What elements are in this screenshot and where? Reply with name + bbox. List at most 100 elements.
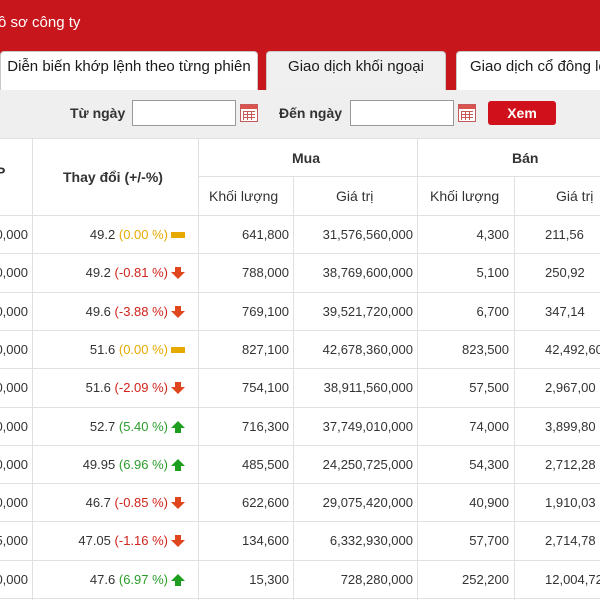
change-percent: (-3.88 %): [114, 304, 168, 319]
arrow-down-icon: [170, 496, 186, 515]
change-percent: (-0.85 %): [114, 495, 168, 510]
change-price: 49.6: [85, 304, 111, 319]
sell-volume-cell: 4,300: [476, 227, 509, 242]
price-cell: 0,000: [0, 265, 28, 280]
header-bar: ồ sơ công ty: [0, 0, 600, 48]
sell-volume-cell: 252,200: [462, 572, 509, 587]
sell-value-cell: 3,899,80: [545, 419, 596, 434]
arrow-down-icon: [170, 381, 186, 400]
change-cell: 47.6 (6.97 %): [90, 572, 168, 587]
change-price: 46.7: [85, 495, 111, 510]
tab-major-shareholders[interactable]: Giao dịch cổ đông lớ: [456, 51, 600, 90]
buy-value-cell: 6,332,930,000: [329, 533, 413, 548]
to-date-input[interactable]: [350, 100, 454, 126]
change-percent: (0.00 %): [118, 227, 168, 242]
buy-value-cell: 29,075,420,000: [322, 495, 413, 510]
buy-volume-cell: 15,300: [249, 572, 289, 587]
change-cell: 52.7 (5.40 %): [90, 419, 168, 434]
buy-volume-cell: 716,300: [242, 419, 289, 434]
sell-value-cell: 2,712,28: [545, 457, 596, 472]
buy-value-cell: 24,250,725,000: [322, 457, 413, 472]
change-cell: 49.95 (6.96 %): [83, 457, 168, 472]
change-price: 51.6: [85, 380, 111, 395]
change-cell: 51.6 (0.00 %): [90, 342, 168, 357]
no-change-icon: [170, 343, 186, 362]
sell-value-cell: 42,492,60: [545, 342, 600, 357]
buy-value-cell: 728,280,000: [340, 572, 413, 587]
change-percent: (-2.09 %): [114, 380, 168, 395]
sell-volume-header: Khối lượng: [430, 188, 500, 204]
arrow-up-icon: [170, 420, 186, 439]
buy-volume-cell: 769,100: [242, 304, 289, 319]
buy-volume-cell: 827,100: [242, 342, 289, 357]
tab-matching-by-session[interactable]: Diễn biến khớp lệnh theo từng phiên: [0, 51, 258, 90]
sell-value-cell: 2,714,78: [545, 533, 596, 548]
tab-foreign-trading[interactable]: Giao dịch khối ngoại: [266, 51, 446, 90]
change-price: 49.2: [89, 227, 116, 242]
price-cell: 0,000: [0, 419, 28, 434]
sell-value-cell: 250,92: [545, 265, 585, 280]
sell-volume-cell: 6,700: [476, 304, 509, 319]
sell-value-cell: 1,910,03: [545, 495, 596, 510]
change-price: 52.7: [89, 419, 116, 434]
price-cell: 0,000: [0, 304, 28, 319]
sell-volume-cell: 74,000: [469, 419, 509, 434]
view-button[interactable]: Xem: [488, 101, 556, 125]
price-cell: 0,000: [0, 572, 28, 587]
buy-value-header: Giá trị: [336, 188, 374, 204]
change-price: 47.6: [89, 572, 116, 587]
change-cell: 49.2 (0.00 %): [90, 227, 168, 242]
change-header: Thay đổi (+/-%): [63, 169, 163, 185]
sell-value-cell: 347,14: [545, 304, 585, 319]
sell-value-cell: 2,967,00: [545, 380, 596, 395]
page-title: ồ sơ công ty: [0, 14, 81, 31]
sell-volume-cell: 823,500: [462, 342, 509, 357]
change-cell: 51.6 (-2.09 %): [86, 380, 168, 395]
from-date-label: Từ ngày: [70, 105, 126, 121]
sell-header: Bán: [512, 150, 539, 166]
sell-value-cell: 211,56: [545, 227, 584, 242]
arrow-up-icon: [170, 573, 186, 592]
buy-value-cell: 42,678,360,000: [322, 342, 413, 357]
buy-value-cell: 31,576,560,000: [322, 227, 413, 242]
price-cell: 5,000: [0, 533, 28, 548]
change-percent: (6.97 %): [118, 572, 168, 587]
arrow-down-icon: [170, 534, 186, 553]
tab-bar: Diễn biến khớp lệnh theo từng phiên Giao…: [0, 48, 600, 90]
buy-volume-cell: 754,100: [242, 380, 289, 395]
calendar-icon[interactable]: [240, 104, 258, 122]
sell-volume-cell: 40,900: [469, 495, 509, 510]
change-cell: 46.7 (-0.85 %): [86, 495, 168, 510]
buy-value-cell: 37,749,010,000: [322, 419, 413, 434]
change-cell: 49.6 (-3.88 %): [86, 304, 168, 319]
price-cell: 0,000: [0, 342, 28, 357]
buy-volume-cell: 788,000: [242, 265, 289, 280]
calendar-icon[interactable]: [458, 104, 476, 122]
change-price: 49.2: [85, 265, 111, 280]
buy-value-cell: 38,911,560,000: [323, 380, 413, 395]
buy-volume-cell: 134,600: [242, 533, 289, 548]
change-price: 51.6: [89, 342, 116, 357]
sell-volume-cell: 57,500: [469, 380, 509, 395]
change-percent: (-1.16 %): [114, 533, 168, 548]
change-percent: (5.40 %): [118, 419, 168, 434]
sell-volume-cell: 57,700: [469, 533, 509, 548]
change-percent: (6.96 %): [118, 457, 168, 472]
price-cell: 0,000: [0, 380, 28, 395]
to-date-label: Đến ngày: [279, 105, 343, 121]
buy-volume-cell: 485,500: [242, 457, 289, 472]
buy-value-cell: 38,769,600,000: [322, 265, 413, 280]
change-cell: 47.05 (-1.16 %): [78, 533, 168, 548]
sell-value-header: Giá trị: [556, 188, 594, 204]
from-date-input[interactable]: [132, 100, 236, 126]
price-cell: 0,000: [0, 457, 28, 472]
sell-volume-cell: 5,100: [476, 265, 509, 280]
buy-header: Mua: [292, 150, 320, 166]
buy-volume-cell: 622,600: [242, 495, 289, 510]
price-header: P: [0, 164, 6, 180]
change-percent: (0.00 %): [118, 342, 168, 357]
price-cell: 0,000: [0, 227, 28, 242]
arrow-up-icon: [170, 458, 186, 477]
price-cell: 0,000: [0, 495, 28, 510]
sell-volume-cell: 54,300: [469, 457, 509, 472]
